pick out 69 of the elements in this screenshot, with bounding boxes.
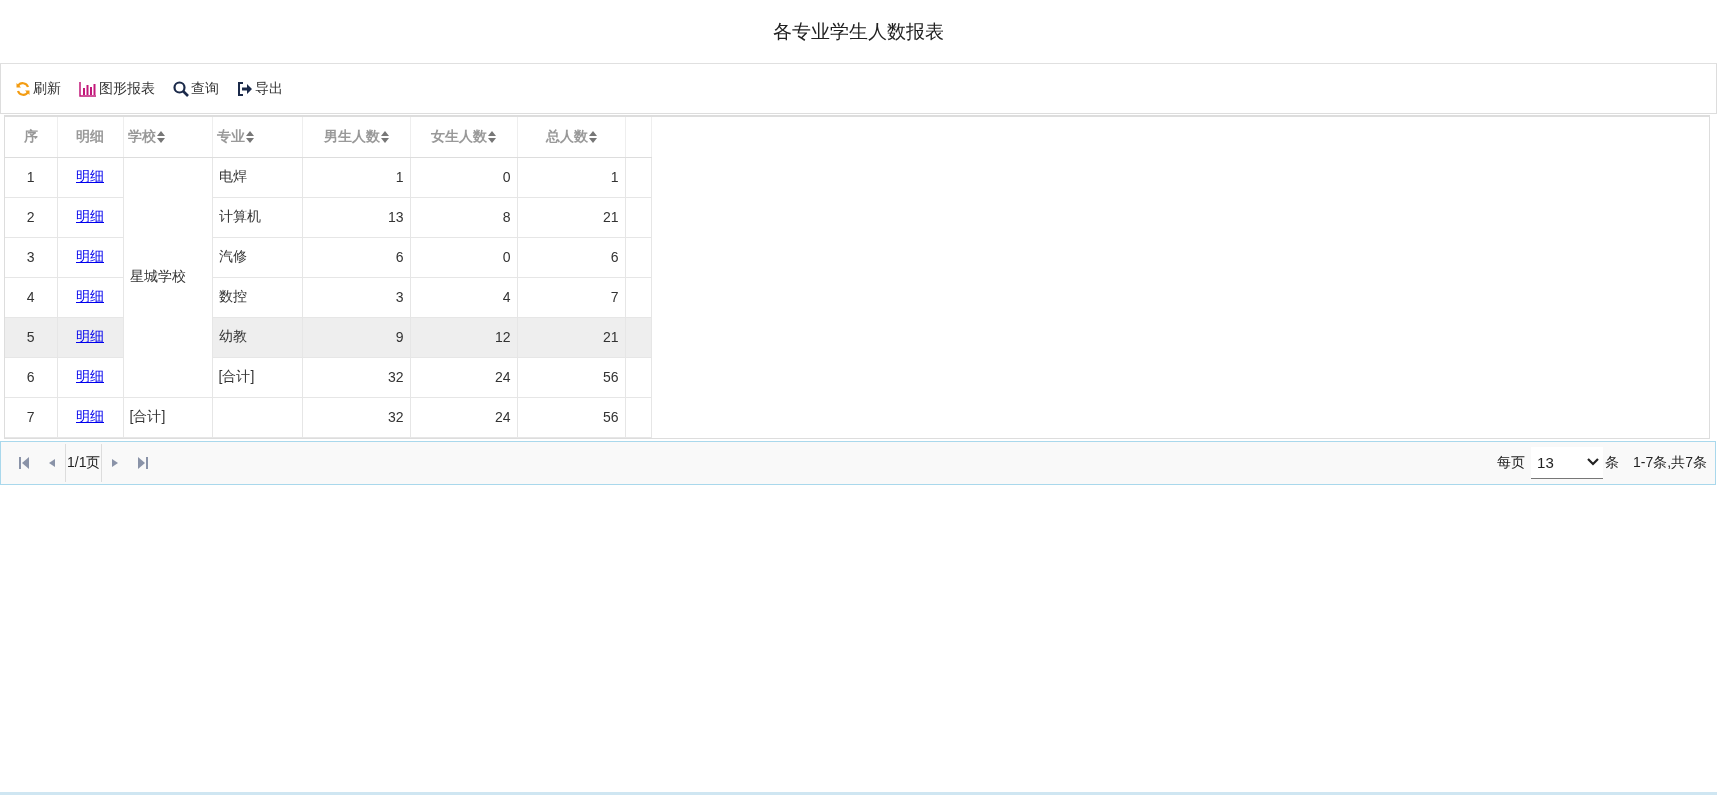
chart-button[interactable]: 图形报表 bbox=[77, 77, 157, 100]
sort-icon[interactable] bbox=[380, 130, 389, 143]
male-count-cell: 9 bbox=[302, 317, 410, 357]
search-button[interactable]: 查询 bbox=[171, 77, 221, 100]
row-number: 3 bbox=[5, 237, 57, 277]
sort-icon[interactable] bbox=[488, 130, 496, 143]
row-number: 4 bbox=[5, 277, 57, 317]
report-title: 各专业学生人数报表 bbox=[773, 19, 944, 44]
female-count-cell: 24 bbox=[410, 357, 517, 397]
export-button[interactable]: 导出 bbox=[235, 77, 285, 100]
total-count-cell: 21 bbox=[517, 197, 625, 237]
total-count-cell: 56 bbox=[517, 397, 625, 437]
male-count-cell: 32 bbox=[302, 357, 410, 397]
female-count-cell: 0 bbox=[410, 157, 517, 197]
row-number: 6 bbox=[5, 357, 57, 397]
school-cell: [合计] bbox=[123, 397, 212, 437]
total-count-cell: 1 bbox=[517, 157, 625, 197]
first-page-icon bbox=[19, 456, 29, 469]
detail-link[interactable]: 明细 bbox=[76, 288, 104, 304]
row-number: 2 bbox=[5, 197, 57, 237]
row-number: 7 bbox=[5, 397, 57, 437]
per-page-label: 每页 bbox=[1497, 453, 1526, 472]
major-cell: 计算机 bbox=[212, 197, 302, 237]
female-count-cell: 0 bbox=[410, 237, 517, 277]
total-count-cell: 7 bbox=[517, 277, 625, 317]
search-icon bbox=[173, 80, 189, 97]
last-page-icon bbox=[138, 456, 149, 469]
detail-link[interactable]: 明细 bbox=[76, 368, 104, 384]
male-count-cell: 3 bbox=[302, 277, 410, 317]
previous-icon bbox=[49, 458, 55, 467]
major-cell: [合计] bbox=[212, 357, 302, 397]
refresh-button[interactable]: 刷新 bbox=[13, 77, 63, 100]
bar-chart-icon bbox=[79, 80, 97, 97]
total-count-cell: 6 bbox=[517, 237, 625, 277]
male-count-cell: 32 bbox=[302, 397, 410, 437]
row-number: 5 bbox=[5, 317, 57, 357]
export-icon bbox=[237, 80, 253, 97]
sort-icon[interactable] bbox=[156, 130, 165, 143]
sort-icon[interactable] bbox=[588, 130, 597, 143]
female-count-cell: 8 bbox=[410, 197, 517, 237]
column-header: 明细 bbox=[57, 117, 123, 157]
detail-link[interactable]: 明细 bbox=[76, 208, 104, 224]
unit-label: 条 bbox=[1605, 453, 1620, 472]
page-size-select[interactable]: 13 bbox=[1531, 446, 1604, 479]
male-count-cell: 1 bbox=[302, 157, 410, 197]
detail-link[interactable]: 明细 bbox=[76, 248, 104, 264]
next-icon bbox=[112, 458, 119, 467]
major-cell: 电焊 bbox=[212, 157, 302, 197]
column-header: 序 bbox=[5, 117, 57, 157]
detail-link[interactable]: 明细 bbox=[76, 168, 104, 184]
page-indicator: 1/1页 bbox=[65, 443, 103, 482]
female-count-cell: 4 bbox=[410, 277, 517, 317]
row-number: 1 bbox=[5, 157, 57, 197]
detail-link[interactable]: 明细 bbox=[76, 328, 104, 344]
female-count-cell: 24 bbox=[410, 397, 517, 437]
major-cell: 汽修 bbox=[212, 237, 302, 277]
school-cell: 星城学校 bbox=[123, 157, 212, 397]
major-cell: 数控 bbox=[212, 277, 302, 317]
total-count-cell: 21 bbox=[517, 317, 625, 357]
sort-icon[interactable] bbox=[245, 130, 254, 143]
detail-link[interactable]: 明细 bbox=[76, 408, 104, 424]
male-count-cell: 6 bbox=[302, 237, 410, 277]
female-count-cell: 12 bbox=[410, 317, 517, 357]
male-count-cell: 13 bbox=[302, 197, 410, 237]
refresh-icon bbox=[15, 80, 31, 97]
major-cell: 幼教 bbox=[212, 317, 302, 357]
record-summary: 1-7条,共7条 bbox=[1633, 453, 1707, 472]
total-count-cell: 56 bbox=[517, 357, 625, 397]
chevron-down-icon bbox=[1587, 458, 1600, 466]
